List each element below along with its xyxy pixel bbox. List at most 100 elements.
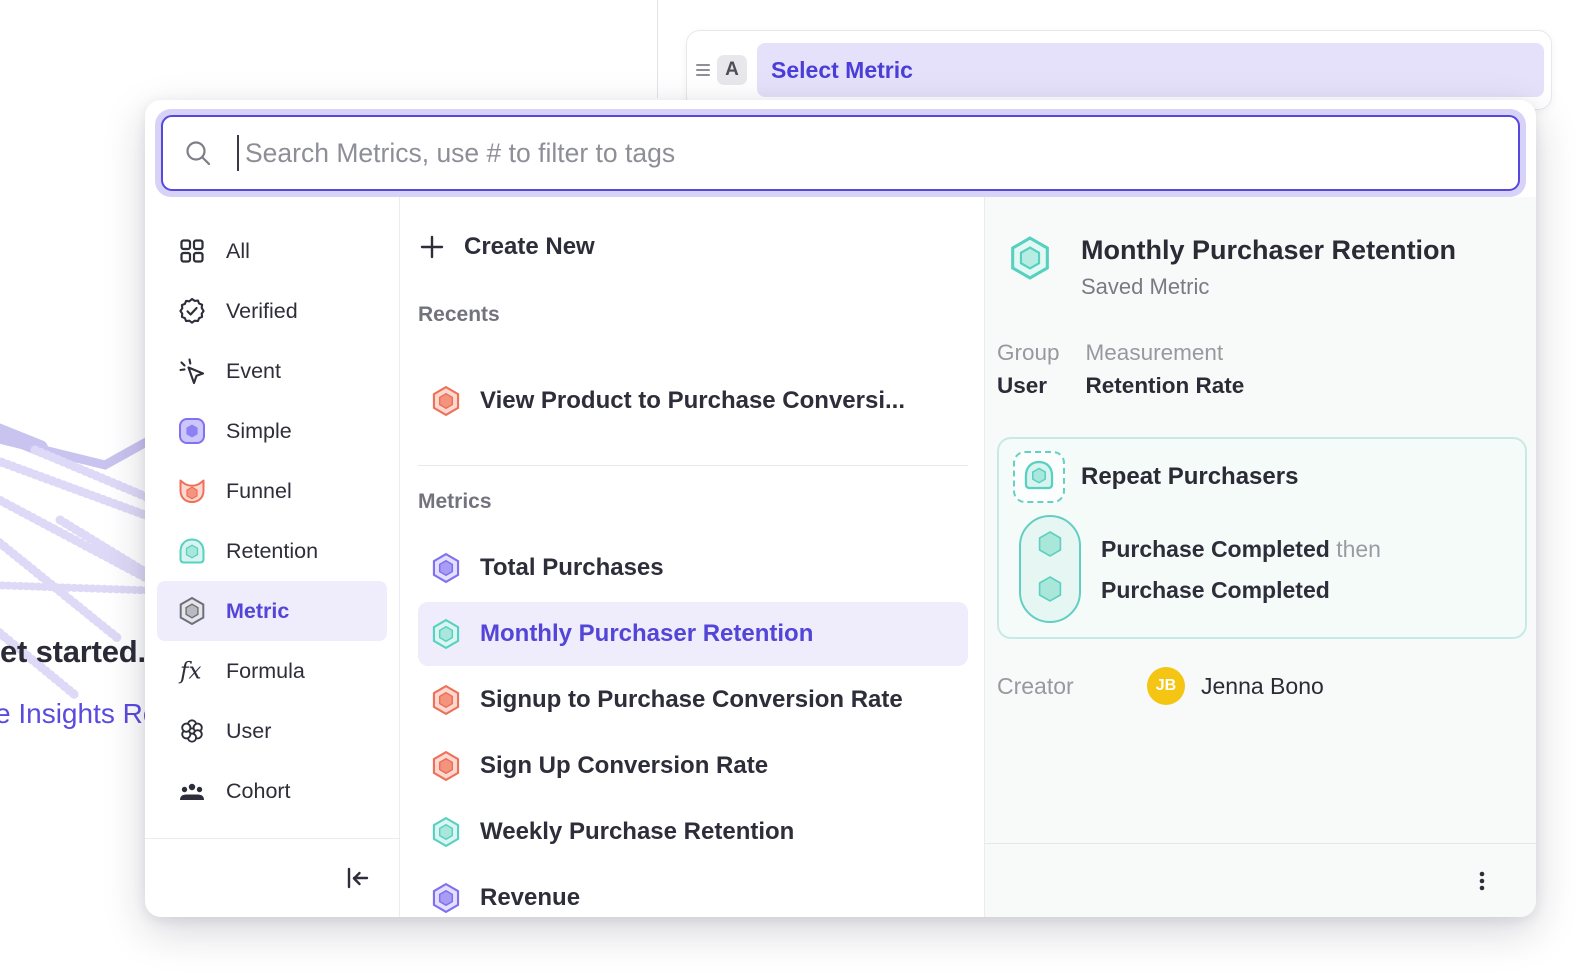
metric-list-item[interactable]: Weekly Purchase Retention — [418, 800, 968, 864]
step-two: Purchase Completed — [1101, 577, 1330, 603]
plus-icon — [418, 233, 446, 261]
cohort-icon — [177, 776, 207, 806]
sidebar-item-label: Funnel — [226, 479, 292, 504]
retention-metric-icon — [430, 816, 462, 848]
metric-list-item[interactable]: Revenue — [418, 866, 968, 917]
details-footer — [985, 843, 1536, 917]
creator-label: Creator — [997, 673, 1147, 700]
details-header: Monthly Purchaser Retention Saved Metric — [1007, 235, 1514, 300]
group-label: Group — [997, 340, 1060, 366]
retention-icon — [177, 536, 207, 566]
card-title: Repeat Purchasers — [1081, 463, 1298, 491]
sidebar-item-label: User — [226, 719, 271, 744]
select-metric-dropdown[interactable]: Select Metric — [757, 43, 1544, 97]
sidebar-item-user[interactable]: User — [157, 701, 387, 761]
sidebar-item-funnel[interactable]: Funnel — [157, 461, 387, 521]
metric-list-item[interactable]: Monthly Purchaser Retention — [418, 602, 968, 666]
measurement-label: Measurement — [1086, 340, 1245, 366]
sidebar-item-label: Metric — [226, 599, 289, 624]
cursor-click-icon — [177, 356, 207, 386]
metric-list-item[interactable]: Total Purchases — [418, 536, 968, 600]
panel-divider — [657, 0, 658, 98]
background-heading: et started. — [0, 634, 146, 670]
details-meta: Group User Measurement Retention Rate — [997, 340, 1514, 399]
recent-item[interactable]: View Product to Purchase Conversi... — [418, 369, 968, 433]
sidebar-item-verified[interactable]: Verified — [157, 281, 387, 341]
sidebar-item-cohort[interactable]: Cohort — [157, 761, 387, 821]
kebab-menu-icon[interactable] — [1466, 865, 1498, 897]
metric-item-label: View Product to Purchase Conversi... — [480, 387, 905, 415]
metric-item-label: Signup to Purchase Conversion Rate — [480, 686, 903, 714]
verified-badge-icon — [177, 296, 207, 326]
search-bar — [155, 109, 1526, 197]
collapse-sidebar-button[interactable] — [341, 862, 373, 894]
sidebar-item-formula[interactable]: fx Formula — [157, 641, 387, 701]
metric-list-panel: Create New Recents View Product to Purch… — [400, 197, 985, 917]
grid-icon — [177, 236, 207, 266]
recents-header: Recents — [418, 303, 968, 329]
sidebar-item-label: Simple — [226, 419, 292, 444]
creator-name: Jenna Bono — [1201, 673, 1324, 700]
retention-steps-pill — [1019, 515, 1081, 623]
metric-item-label: Revenue — [480, 884, 580, 912]
search-icon — [183, 138, 213, 168]
creator-avatar: JB — [1147, 667, 1185, 705]
sidebar-item-event[interactable]: Event — [157, 341, 387, 401]
retention-metric-icon — [1007, 235, 1053, 281]
sidebar-item-simple[interactable]: Simple — [157, 401, 387, 461]
sidebar-item-label: Event — [226, 359, 281, 384]
measurement-value: Retention Rate — [1086, 373, 1245, 399]
metric-icon — [177, 596, 207, 626]
retention-definition-card: Repeat Purchasers Purchase Completed the… — [997, 437, 1527, 639]
funnel-metric-icon — [430, 684, 462, 716]
sidebar-item-label: All — [226, 239, 250, 264]
metrics-header: Metrics — [418, 490, 968, 516]
sidebar-item-label: Verified — [226, 299, 298, 324]
metric-item-label: Monthly Purchaser Retention — [480, 620, 813, 648]
create-new-label: Create New — [464, 233, 595, 261]
drag-handle-icon[interactable] — [693, 59, 713, 81]
metric-list-item[interactable]: Signup to Purchase Conversion Rate — [418, 668, 968, 732]
funnel-metric-icon — [430, 385, 462, 417]
series-a-badge: A — [717, 55, 747, 85]
simple-metric-icon — [430, 552, 462, 584]
user-icon — [177, 716, 207, 746]
create-new-button[interactable]: Create New — [418, 223, 968, 271]
creator-row: Creator JB Jenna Bono — [997, 667, 1514, 705]
simple-icon — [177, 416, 207, 446]
metric-item-label: Total Purchases — [480, 554, 664, 582]
funnel-metric-icon — [430, 750, 462, 782]
sidebar-item-retention[interactable]: Retention — [157, 521, 387, 581]
category-sidebar: All Verified Event Simple Funnel Retention Met… — [145, 197, 400, 917]
step-connector: then — [1336, 536, 1381, 562]
select-metric-label: Select Metric — [771, 57, 913, 84]
details-subtitle: Saved Metric — [1081, 274, 1456, 300]
list-divider — [418, 465, 968, 466]
metric-list-item[interactable]: Sign Up Conversion Rate — [418, 734, 968, 798]
metric-query-row: A Select Metric — [686, 30, 1552, 110]
simple-metric-icon — [430, 882, 462, 914]
sidebar-item-metric[interactable]: Metric — [157, 581, 387, 641]
sidebar-item-label: Cohort — [226, 779, 291, 804]
hexagon-icon — [1035, 529, 1065, 564]
retention-steps-text: Purchase Completed then Purchase Complet… — [1101, 529, 1381, 623]
search-input[interactable] — [243, 137, 1498, 170]
svg-text:fx: fx — [178, 659, 202, 685]
retention-metric-icon — [430, 618, 462, 650]
metric-item-label: Weekly Purchase Retention — [480, 818, 794, 846]
group-value: User — [997, 373, 1060, 399]
funnel-icon — [177, 476, 207, 506]
details-title: Monthly Purchaser Retention — [1081, 235, 1456, 265]
sidebar-item-all[interactable]: All — [157, 221, 387, 281]
retention-icon — [1013, 451, 1065, 503]
sidebar-item-label: Retention — [226, 539, 318, 564]
formula-icon: fx — [177, 656, 207, 686]
background-insights-link[interactable]: e Insights Re — [0, 698, 158, 730]
step-one: Purchase Completed — [1101, 536, 1330, 562]
metric-picker-modal: All Verified Event Simple Funnel Retention Met… — [145, 100, 1536, 917]
text-cursor — [237, 135, 239, 171]
metric-item-label: Sign Up Conversion Rate — [480, 752, 768, 780]
sidebar-item-label: Formula — [226, 659, 305, 684]
metric-details-panel: Monthly Purchaser Retention Saved Metric… — [985, 197, 1536, 917]
sidebar-footer — [145, 838, 399, 917]
